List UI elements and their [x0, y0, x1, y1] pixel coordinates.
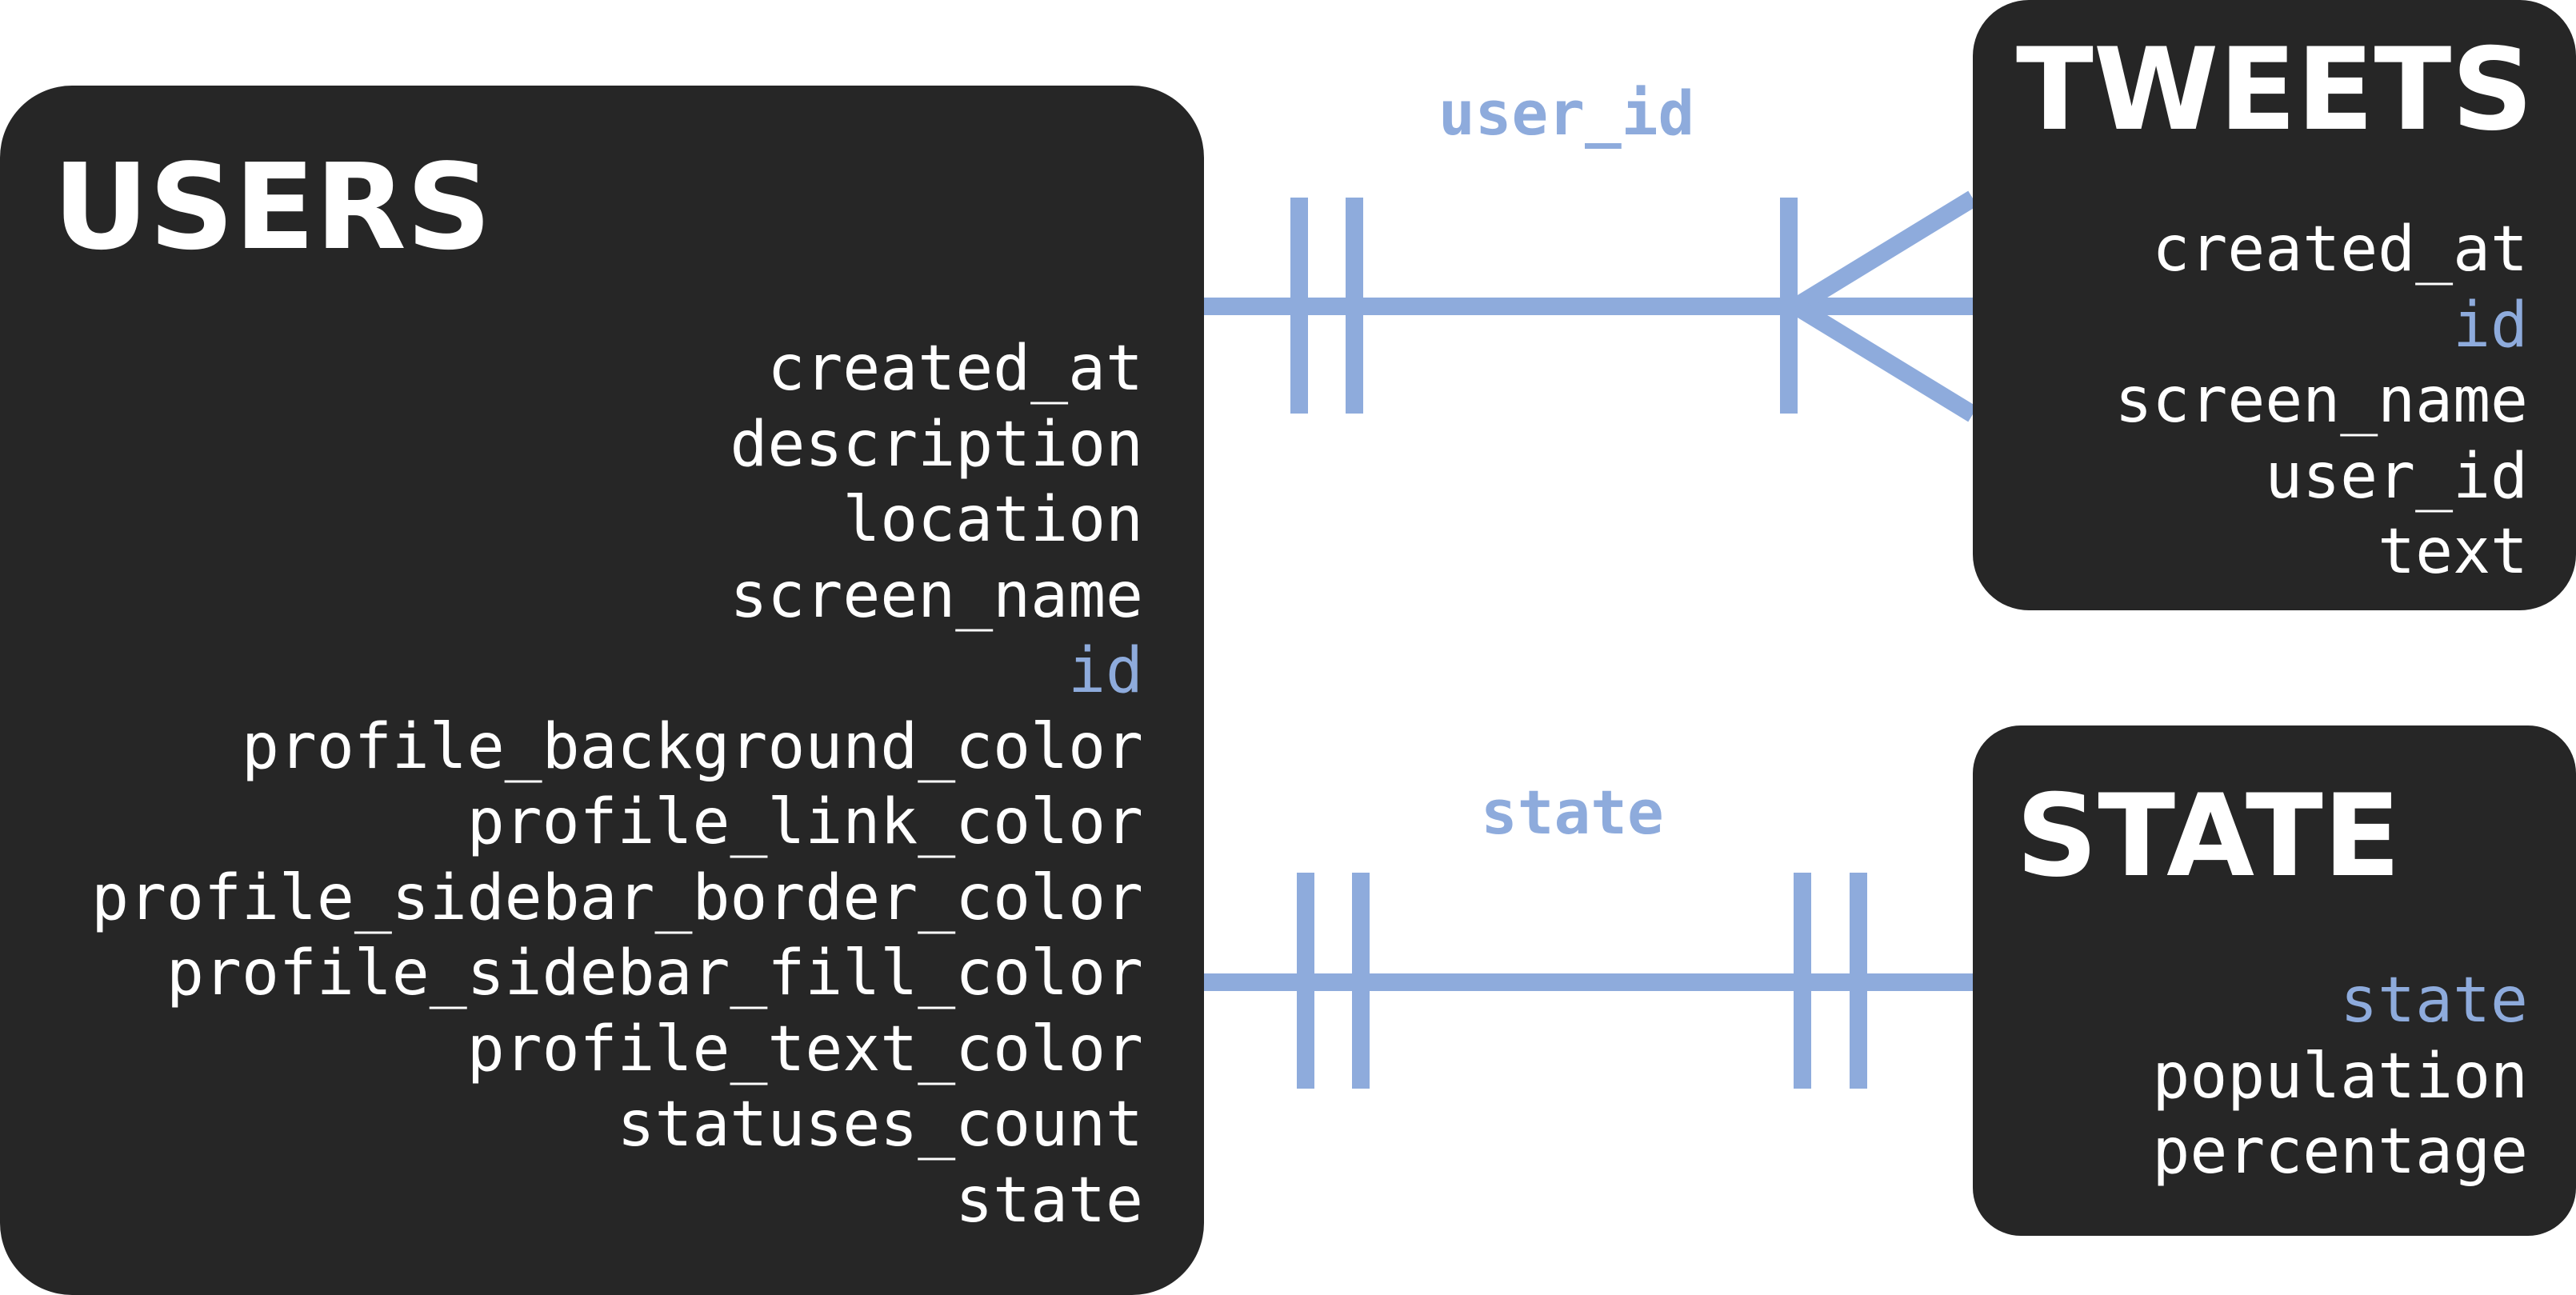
users-field-profile-link-color: profile_link_color [466, 786, 1143, 858]
connector-users-tweets [1204, 190, 1978, 422]
users-table-title: USERS [53, 138, 492, 276]
crowfoot-lower [1791, 298, 1978, 422]
tweets-table: TWEETS created_at id screen_name user_id tex… [1973, 0, 2576, 610]
tweets-field-list: created_at id screen_name user_id text [2114, 212, 2528, 590]
users-field-profile-background-color: profile_background_color [241, 710, 1143, 783]
users-field-statuses-count: statuses_count [617, 1089, 1143, 1161]
users-field-id: id [1068, 635, 1143, 707]
users-field-profile-sidebar-fill-color: profile_sidebar_fill_color [166, 937, 1143, 1009]
state-field-state: state [2340, 965, 2528, 1037]
users-field-list: created_at description location screen_name… [91, 331, 1143, 1238]
state-field-list: state population percentage [2152, 963, 2528, 1190]
users-field-description: description [730, 408, 1143, 481]
state-field-percentage: percentage [2152, 1116, 2528, 1188]
tweets-field-id: id [2453, 289, 2528, 362]
tweets-table-title: TWEETS [2016, 24, 2534, 156]
users-field-profile-text-color: profile_text_color [466, 1013, 1143, 1085]
tweets-field-user-id: user_id [2265, 440, 2528, 513]
tweets-field-created-at: created_at [2152, 214, 2528, 286]
relationship-label-state: state [1481, 777, 1664, 848]
state-field-population: population [2152, 1040, 2528, 1113]
users-field-location: location [842, 484, 1143, 556]
tweets-field-screen-name: screen_name [2114, 365, 2528, 437]
users-field-screen-name: screen_name [730, 559, 1143, 632]
tweets-field-text: text [2378, 516, 2528, 588]
crowfoot-upper [1791, 190, 1978, 314]
state-table-title: STATE [2016, 770, 2401, 902]
users-field-profile-sidebar-border-color: profile_sidebar_border_color [91, 861, 1143, 934]
users-field-state: state [955, 1164, 1143, 1237]
relationship-label-user-id: user_id [1438, 78, 1695, 149]
users-table: USERS created_at description location scree… [0, 86, 1204, 1295]
connector-users-state [1204, 873, 1973, 1089]
users-field-created-at: created_at [767, 333, 1143, 405]
state-table: STATE state population percentage [1973, 725, 2576, 1236]
